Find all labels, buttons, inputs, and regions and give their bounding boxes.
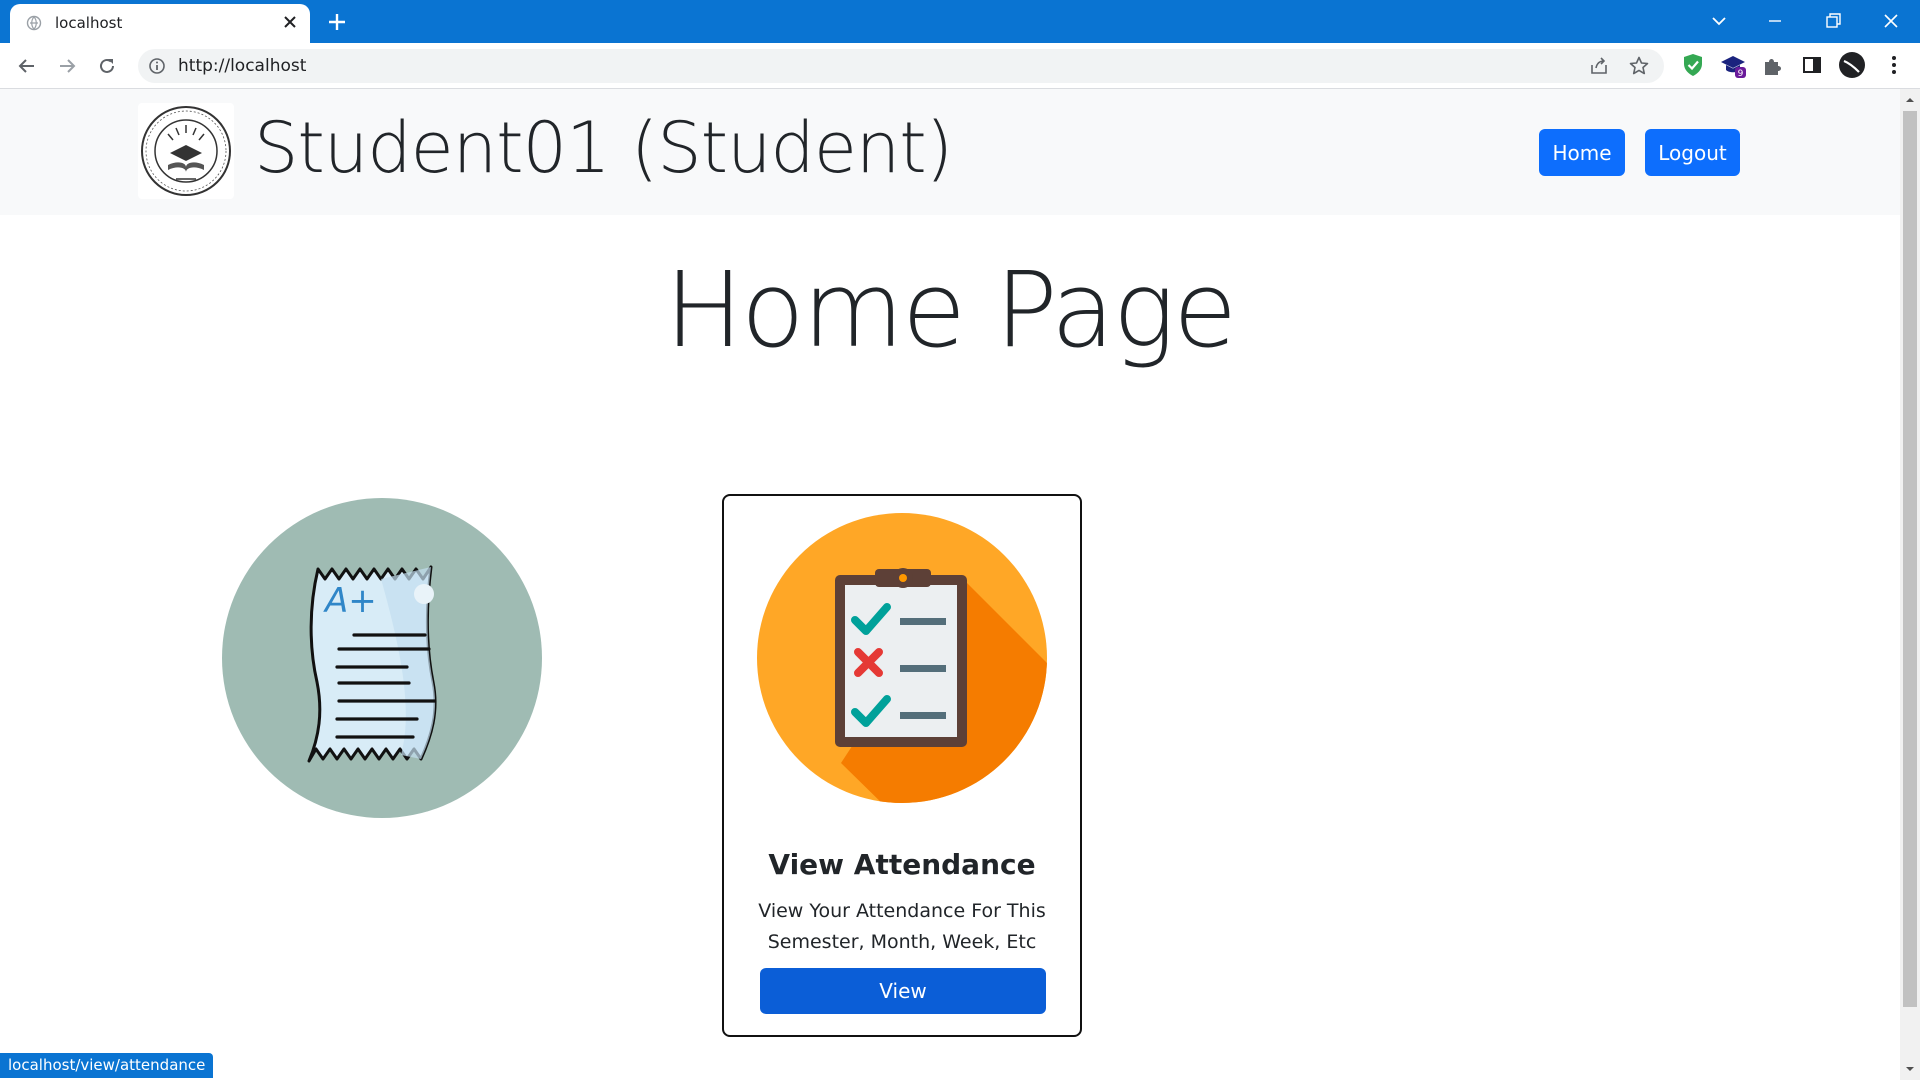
card-description: View Your Attendance For This Semester, … (758, 900, 1046, 953)
close-window-icon[interactable] (1878, 8, 1904, 34)
scroll-down-icon[interactable] (1905, 1064, 1915, 1074)
card-title: View Attendance (768, 848, 1036, 881)
user-brand-title: Student01 (Student) (254, 107, 953, 189)
close-tab-icon[interactable] (280, 12, 300, 32)
profile-avatar-icon[interactable] (1838, 51, 1866, 79)
page-title: Home Page (664, 249, 1237, 371)
address-bar[interactable]: http://localhost (138, 49, 1664, 83)
share-icon[interactable] (1588, 55, 1610, 77)
page-viewport: Student01 (Student) Home Logout Home Pag… (0, 89, 1900, 1080)
college-logo (138, 103, 234, 199)
site-info-icon[interactable] (148, 57, 166, 75)
extensions-puzzle-icon[interactable] (1759, 51, 1787, 79)
site-navbar: Student01 (Student) Home Logout (0, 89, 1900, 215)
extension-badge: 9 (1738, 69, 1744, 79)
link-status-bar: localhost/view/attendance (0, 1053, 214, 1078)
page-scrollbar[interactable] (1900, 89, 1920, 1080)
view-attendance-button[interactable]: View (760, 968, 1046, 1014)
tab-search-icon[interactable] (1706, 8, 1732, 34)
attendance-card: View Attendance View Your Attendance For… (722, 494, 1082, 1037)
svg-text:A+: A+ (323, 581, 377, 621)
home-button[interactable]: Home (1539, 129, 1625, 176)
forward-icon[interactable] (54, 53, 80, 79)
graduation-cap-extension-icon[interactable]: 9 (1719, 51, 1747, 79)
globe-icon (26, 15, 42, 31)
scroll-up-icon[interactable] (1905, 95, 1915, 105)
attendance-clipboard-icon (757, 513, 1047, 803)
report-card-icon[interactable]: A+ (221, 497, 543, 819)
reload-icon[interactable] (94, 53, 120, 79)
browser-tab[interactable]: localhost (10, 4, 310, 43)
logout-button[interactable]: Logout (1645, 129, 1740, 176)
minimize-icon[interactable] (1762, 8, 1788, 34)
browser-toolbar: http://localhost 9 (0, 43, 1920, 89)
bookmark-star-icon[interactable] (1628, 55, 1650, 77)
college-seal-icon (141, 106, 231, 196)
browser-menu-icon[interactable] (1880, 51, 1908, 79)
url-text: http://localhost (178, 56, 307, 76)
shield-extension-icon[interactable] (1679, 51, 1707, 79)
browser-tab-bar: localhost (0, 0, 1920, 43)
tab-title: localhost (55, 14, 123, 32)
side-panel-icon[interactable] (1798, 51, 1826, 79)
new-tab-icon[interactable] (326, 11, 348, 33)
restore-icon[interactable] (1820, 8, 1846, 34)
scrollbar-thumb[interactable] (1903, 111, 1917, 1007)
back-icon[interactable] (14, 53, 40, 79)
